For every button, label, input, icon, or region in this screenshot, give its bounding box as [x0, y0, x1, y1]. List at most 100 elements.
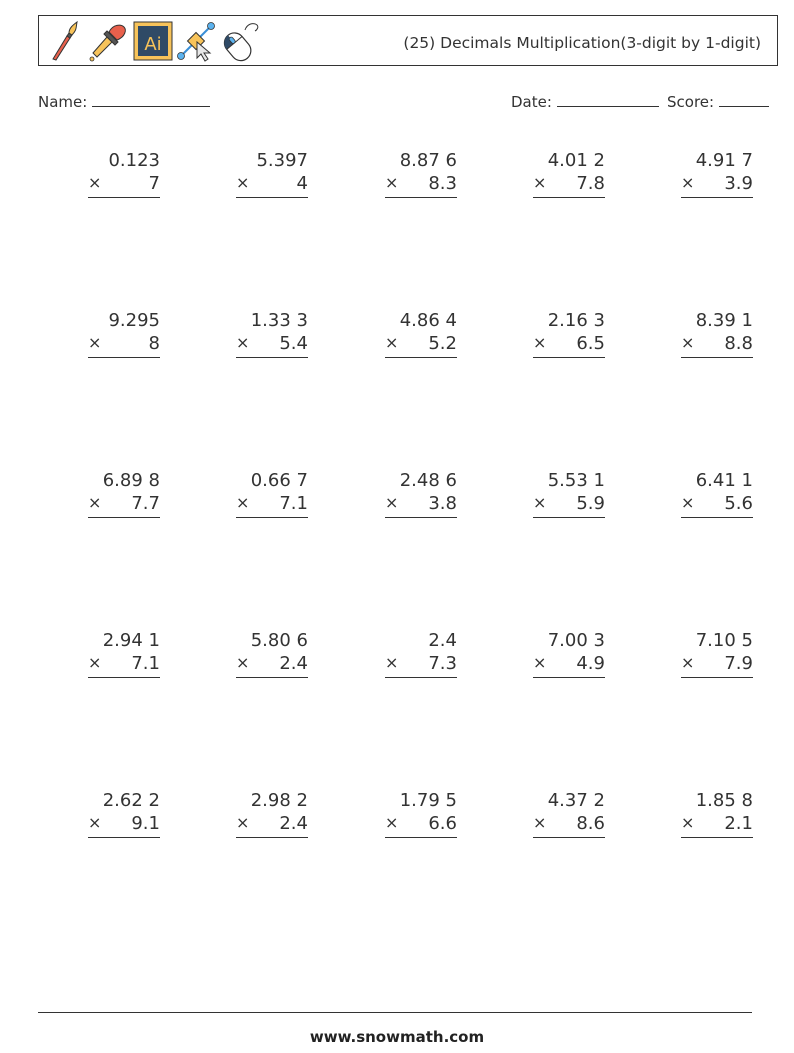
name-field[interactable]: Name:	[38, 93, 211, 111]
multiplier: 7.8	[576, 173, 605, 194]
multiply-sign: ×	[385, 813, 399, 832]
answer-line	[88, 837, 160, 838]
answer-line	[88, 677, 160, 678]
multiplicand: 6.89 8	[102, 470, 160, 491]
date-label: Date:	[511, 93, 552, 111]
multiplicand: 2.94 1	[102, 630, 160, 651]
footer-divider	[38, 1012, 752, 1013]
multiplier: 7.3	[428, 653, 457, 674]
paintbrush-icon	[52, 20, 78, 61]
answer-line	[236, 837, 308, 838]
answer-line	[681, 517, 753, 518]
multiply-sign: ×	[533, 493, 547, 512]
multiplicand: 4.01 2	[547, 150, 605, 171]
answer-line	[385, 517, 457, 518]
multiplicand: 2.48 6	[399, 470, 457, 491]
answer-line	[533, 677, 605, 678]
multiplicand: 9.295	[108, 310, 160, 331]
multiplicand: 8.39 1	[695, 310, 753, 331]
answer-line	[236, 677, 308, 678]
multiplier: 6.5	[576, 333, 605, 354]
multiplier: 7.9	[724, 653, 753, 674]
multiplicand: 2.16 3	[547, 310, 605, 331]
multiplier: 7	[148, 173, 160, 194]
multiplier: 6.6	[428, 813, 457, 834]
multiplier: 7.1	[279, 493, 308, 514]
multiplier: 9.1	[131, 813, 160, 834]
multiply-sign: ×	[236, 333, 250, 352]
multiplier: 2.4	[279, 653, 308, 674]
multiply-sign: ×	[533, 333, 547, 352]
multiplicand: 1.79 5	[399, 790, 457, 811]
multiplicand: 6.41 1	[695, 470, 753, 491]
answer-line	[681, 357, 753, 358]
multiply-sign: ×	[385, 653, 399, 672]
answer-line	[385, 837, 457, 838]
score-blank-line[interactable]	[719, 94, 770, 107]
multiply-sign: ×	[236, 813, 250, 832]
score-field[interactable]: Score:	[667, 93, 770, 111]
multiplier: 8	[148, 333, 160, 354]
answer-line	[533, 197, 605, 198]
multiplicand: 5.53 1	[547, 470, 605, 491]
multiplier: 5.4	[279, 333, 308, 354]
multiplier: 4.9	[576, 653, 605, 674]
illustrator-icon: Ai	[133, 21, 173, 61]
multiply-sign: ×	[533, 813, 547, 832]
multiply-sign: ×	[385, 333, 399, 352]
date-field[interactable]: Date:	[511, 93, 659, 111]
multiply-sign: ×	[88, 653, 102, 672]
multiply-sign: ×	[681, 173, 695, 192]
answer-line	[88, 517, 160, 518]
multiply-sign: ×	[681, 813, 695, 832]
answer-line	[88, 197, 160, 198]
answer-line	[533, 357, 605, 358]
multiplicand: 7.00 3	[547, 630, 605, 651]
multiplier: 8.6	[576, 813, 605, 834]
multiplicand: 5.397	[256, 150, 308, 171]
multiply-sign: ×	[681, 493, 695, 512]
multiplicand: 2.98 2	[250, 790, 308, 811]
multiplicand: 4.37 2	[547, 790, 605, 811]
multiply-sign: ×	[385, 173, 399, 192]
multiplicand: 5.80 6	[250, 630, 308, 651]
multiplier: 8.8	[724, 333, 753, 354]
multiply-sign: ×	[236, 493, 250, 512]
multiplicand: 8.87 6	[399, 150, 457, 171]
multiply-sign: ×	[88, 813, 102, 832]
date-blank-line[interactable]	[556, 94, 659, 107]
score-label: Score:	[667, 93, 715, 111]
worksheet-title: (25) Decimals Multiplication(3-digit by …	[403, 34, 761, 52]
multiplicand: 2.4	[428, 630, 457, 651]
multiply-sign: ×	[88, 493, 102, 512]
answer-line	[681, 837, 753, 838]
worksheet-header: Ai (25) Decimals Multiplication(3-digit …	[38, 15, 778, 66]
multiplier: 2.1	[724, 813, 753, 834]
multiplier: 8.3	[428, 173, 457, 194]
multiplicand: 4.91 7	[695, 150, 753, 171]
svg-text:Ai: Ai	[144, 34, 161, 55]
multiplier: 7.7	[131, 493, 160, 514]
multiplicand: 1.85 8	[695, 790, 753, 811]
answer-line	[236, 197, 308, 198]
multiply-sign: ×	[533, 653, 547, 672]
answer-line	[385, 677, 457, 678]
mouse-icon	[223, 23, 259, 62]
multiplier: 5.9	[576, 493, 605, 514]
multiplicand: 0.66 7	[250, 470, 308, 491]
multiplicand: 4.86 4	[399, 310, 457, 331]
multiplicand: 2.62 2	[102, 790, 160, 811]
footer-website: www.snowmath.com	[309, 1028, 485, 1046]
multiplier: 3.8	[428, 493, 457, 514]
answer-line	[88, 357, 160, 358]
multiply-sign: ×	[88, 173, 102, 192]
multiplicand: 7.10 5	[695, 630, 753, 651]
multiplier: 3.9	[724, 173, 753, 194]
name-blank-line[interactable]	[92, 94, 211, 107]
answer-line	[385, 197, 457, 198]
multiplier: 2.4	[279, 813, 308, 834]
multiply-sign: ×	[681, 653, 695, 672]
answer-line	[533, 517, 605, 518]
name-label: Name:	[38, 93, 88, 111]
multiplier: 5.6	[724, 493, 753, 514]
